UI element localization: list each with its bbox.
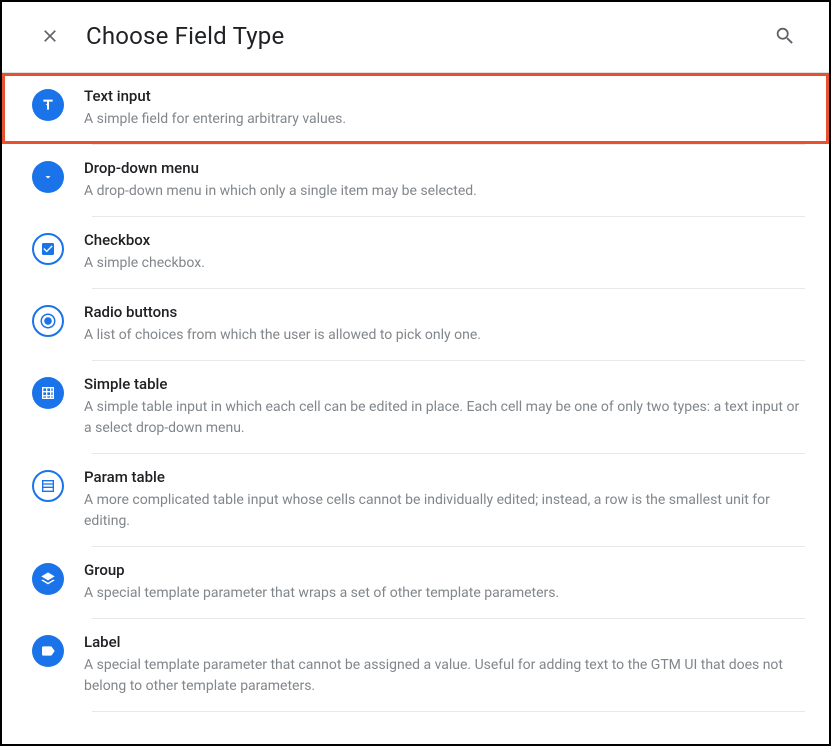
field-type-radio[interactable]: Radio buttons A list of choices from whi… [2, 289, 829, 360]
close-button[interactable] [38, 24, 62, 48]
item-content: Param table A more complicated table inp… [84, 468, 805, 532]
item-description: A special template parameter that wraps … [84, 583, 805, 604]
checkbox-icon [32, 233, 64, 265]
dialog-header: Choose Field Type [2, 2, 829, 72]
search-button[interactable] [773, 24, 797, 48]
item-content: Group A special template parameter that … [84, 561, 805, 604]
item-title: Checkbox [84, 231, 805, 249]
field-type-text-input[interactable]: Text input A simple field for entering a… [2, 73, 829, 144]
simple-table-icon [32, 377, 64, 409]
item-content: Simple table A simple table input in whi… [84, 375, 805, 439]
field-type-simple-table[interactable]: Simple table A simple table input in whi… [2, 361, 829, 453]
item-content: Checkbox A simple checkbox. [84, 231, 805, 274]
item-content: Drop-down menu A drop-down menu in which… [84, 159, 805, 202]
item-title: Radio buttons [84, 303, 805, 321]
text-input-icon [32, 89, 64, 121]
field-type-group[interactable]: Group A special template parameter that … [2, 547, 829, 618]
dialog-title: Choose Field Type [86, 22, 749, 50]
radio-icon [32, 305, 64, 337]
item-content: Label A special template parameter that … [84, 633, 805, 697]
item-content: Radio buttons A list of choices from whi… [84, 303, 805, 346]
item-description: A more complicated table input whose cel… [84, 490, 805, 532]
item-content: Text input A simple field for entering a… [84, 87, 805, 130]
field-type-label[interactable]: Label A special template parameter that … [2, 619, 829, 711]
field-type-param-table[interactable]: Param table A more complicated table inp… [2, 454, 829, 546]
group-icon [32, 563, 64, 595]
dropdown-icon [32, 161, 64, 193]
item-description: A list of choices from which the user is… [84, 325, 805, 346]
item-divider [92, 711, 805, 712]
field-type-checkbox[interactable]: Checkbox A simple checkbox. [2, 217, 829, 288]
param-table-icon [32, 470, 64, 502]
close-icon [40, 26, 60, 46]
item-title: Text input [84, 87, 805, 105]
item-description: A special template parameter that cannot… [84, 655, 805, 697]
item-description: A simple field for entering arbitrary va… [84, 109, 805, 130]
item-description: A simple checkbox. [84, 253, 805, 274]
item-description: A simple table input in which each cell … [84, 397, 805, 439]
item-title: Group [84, 561, 805, 579]
item-title: Simple table [84, 375, 805, 393]
item-title: Drop-down menu [84, 159, 805, 177]
search-icon [774, 25, 796, 47]
field-type-dropdown[interactable]: Drop-down menu A drop-down menu in which… [2, 145, 829, 216]
item-title: Label [84, 633, 805, 651]
item-title: Param table [84, 468, 805, 486]
label-icon [32, 635, 64, 667]
field-type-list: Text input A simple field for entering a… [2, 73, 829, 712]
item-description: A drop-down menu in which only a single … [84, 181, 805, 202]
